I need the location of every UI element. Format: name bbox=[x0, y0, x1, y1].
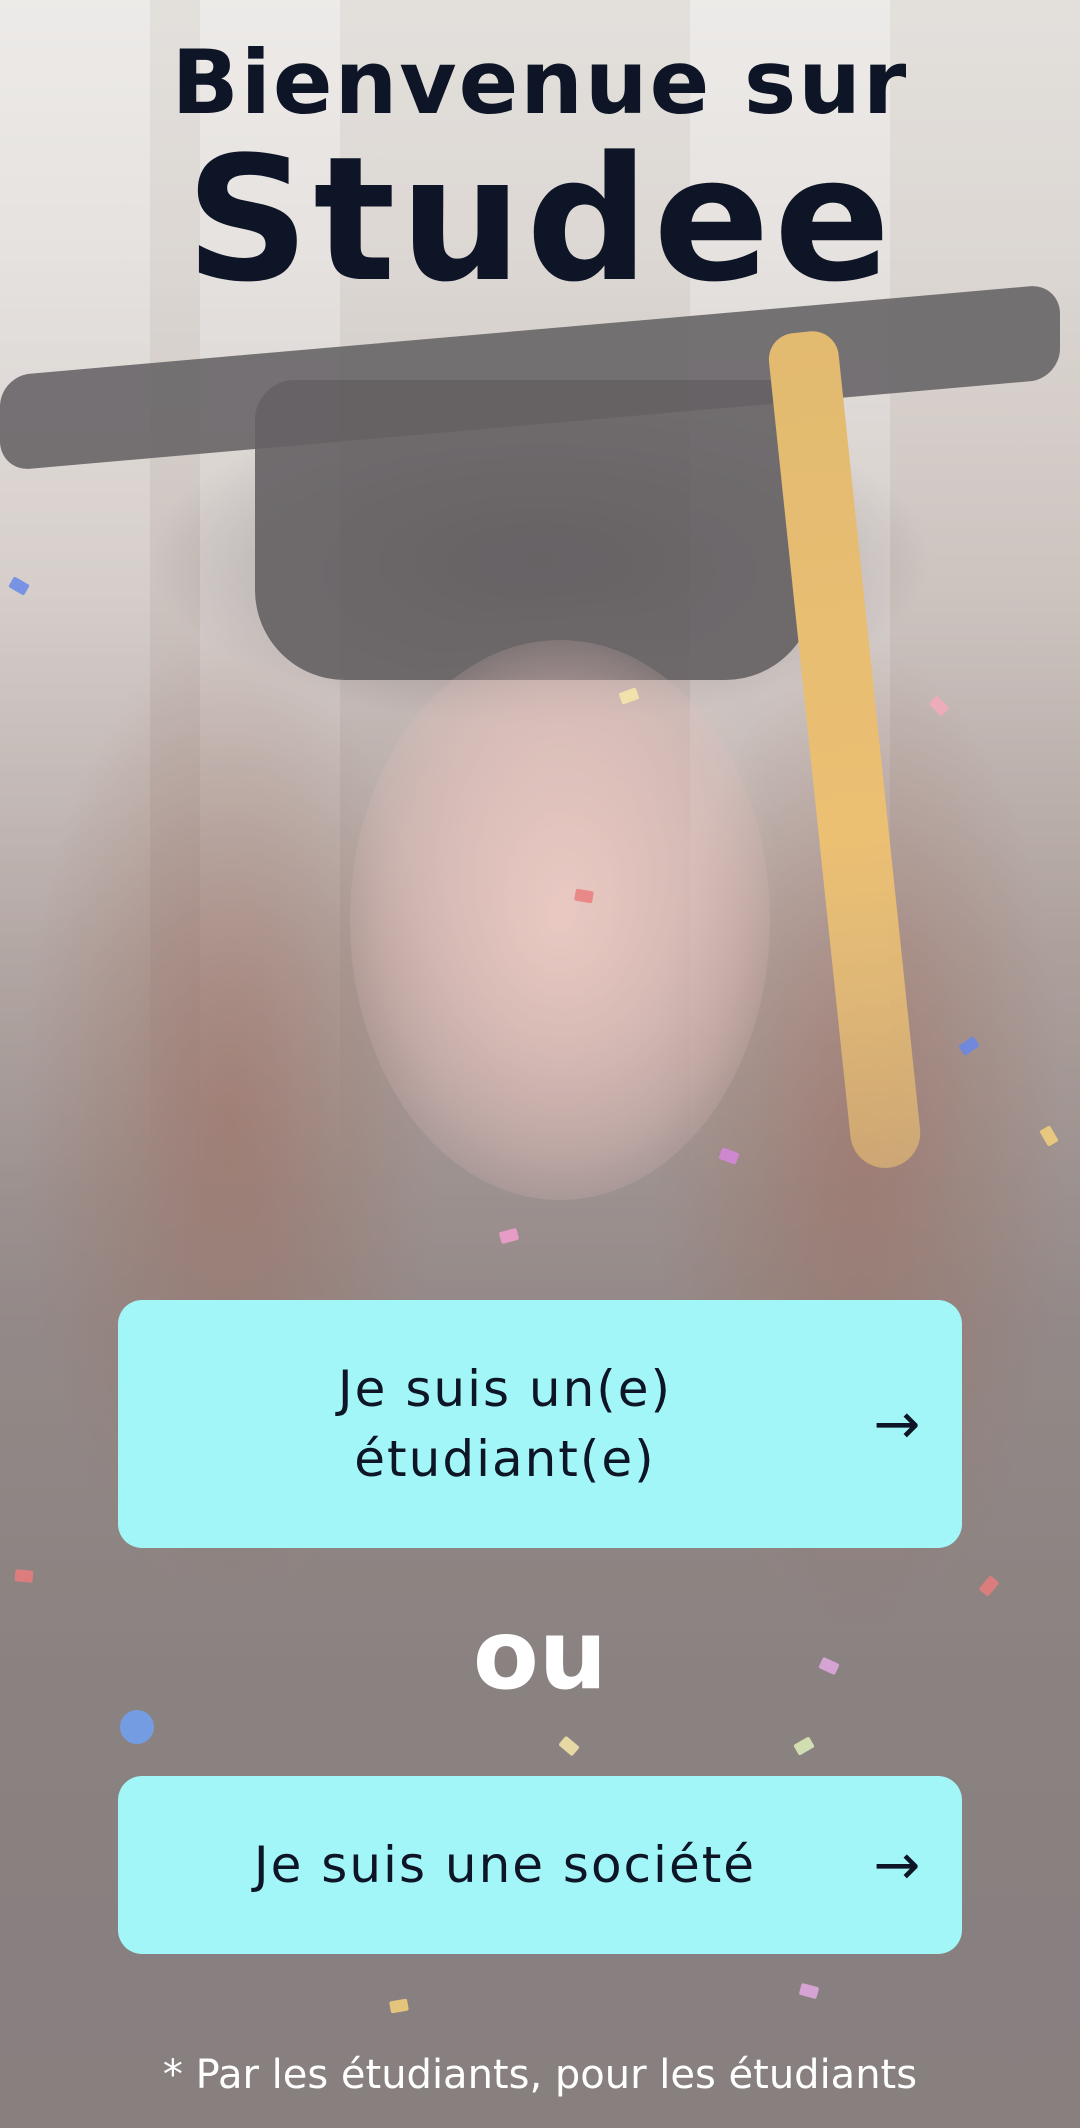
student-signup-button[interactable]: Je suis un(e) étudiant(e) → bbox=[118, 1300, 962, 1548]
company-button-label: Je suis une société bbox=[253, 1836, 757, 1894]
student-button-label: Je suis un(e) étudiant(e) bbox=[337, 1360, 673, 1488]
company-signup-button[interactable]: Je suis une société → bbox=[118, 1776, 962, 1954]
welcome-screen: Bienvenue sur Studee Je suis un(e) étudi… bbox=[0, 0, 1080, 2128]
arrow-right-icon: → bbox=[873, 1391, 921, 1457]
arrow-right-icon: → bbox=[873, 1832, 921, 1898]
tagline: * Par les étudiants, pour les étudiants bbox=[162, 2052, 918, 2098]
separator-text: ou bbox=[472, 1599, 608, 1711]
app-name-title: Studee bbox=[185, 119, 895, 320]
